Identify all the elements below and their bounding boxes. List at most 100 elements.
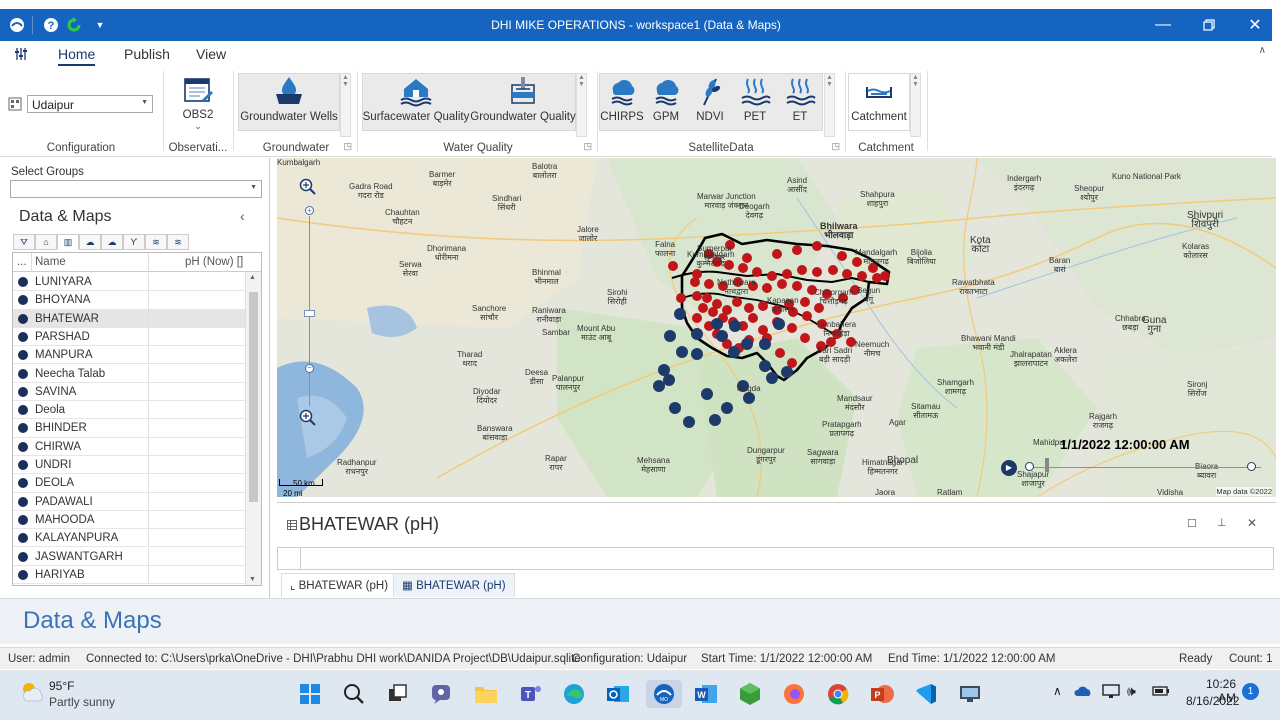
table-row[interactable]: PADAWALI <box>13 492 245 511</box>
word-icon[interactable]: W <box>692 680 720 708</box>
time-slider-end[interactable] <box>1247 462 1256 471</box>
station-marker-red[interactable] <box>812 241 822 251</box>
station-marker-blue[interactable] <box>759 360 771 372</box>
station-marker-red[interactable] <box>792 245 802 255</box>
station-marker-red[interactable] <box>732 297 742 307</box>
et-button[interactable]: ET <box>777 75 823 123</box>
station-marker-red[interactable] <box>738 263 748 273</box>
station-marker-blue[interactable] <box>669 402 681 414</box>
tab-et-icon[interactable]: ≋ <box>167 234 189 250</box>
tab-home[interactable]: Home <box>58 46 96 66</box>
station-marker-red[interactable] <box>702 293 712 303</box>
tab-ndvi-icon[interactable]: ϒ <box>123 234 145 250</box>
file-explorer-icon[interactable] <box>472 680 500 708</box>
station-marker-blue[interactable] <box>766 372 778 384</box>
configuration-dropdown[interactable]: Udaipur ▼ <box>27 95 153 113</box>
table-row[interactable]: BHATEWAR <box>13 309 245 328</box>
station-marker-red[interactable] <box>676 293 686 303</box>
collapse-panel-icon[interactable]: ‹ <box>240 208 245 224</box>
show-hidden-icons-icon[interactable]: ∧ <box>1053 684 1062 698</box>
column-header-name[interactable]: Name <box>35 256 66 268</box>
station-marker-blue[interactable] <box>683 416 695 428</box>
station-marker-red[interactable] <box>812 267 822 277</box>
station-marker-red[interactable] <box>748 313 758 323</box>
station-marker-blue[interactable] <box>691 328 703 340</box>
station-marker-red[interactable] <box>668 261 678 271</box>
station-marker-red[interactable] <box>828 265 838 275</box>
close-panel-icon[interactable]: ✕ <box>1247 516 1257 530</box>
time-slider-track[interactable] <box>1029 467 1261 468</box>
maximize-button[interactable] <box>1186 9 1232 41</box>
station-marker-red[interactable] <box>742 253 752 263</box>
volume-icon[interactable]: 🕪 <box>1127 683 1136 700</box>
scroll-thumb[interactable] <box>249 292 258 502</box>
gallery-scroll[interactable]: ▲ ▼ <box>576 73 587 137</box>
tab-surfacewater-icon[interactable]: ⌂ <box>35 234 57 250</box>
station-marker-blue[interactable] <box>691 348 703 360</box>
station-marker-blue[interactable] <box>728 346 740 358</box>
station-marker-red[interactable] <box>762 283 772 293</box>
chat-icon[interactable] <box>428 680 456 708</box>
map-view[interactable]: Balotra बालोतरा Gadra Road गदरा रोड Barmer बा… <box>277 158 1276 497</box>
table-row[interactable]: DEOLA <box>13 474 245 493</box>
powerpoint-icon[interactable]: P <box>868 680 896 708</box>
station-marker-blue[interactable] <box>701 388 713 400</box>
gallery-scroll[interactable]: ▲ ▼ <box>340 73 351 137</box>
gpm-button[interactable]: GPM <box>645 75 687 123</box>
station-marker-blue[interactable] <box>729 320 741 332</box>
battery-icon[interactable] <box>1152 684 1170 701</box>
station-marker-blue[interactable] <box>743 392 755 404</box>
zoom-tool-icon[interactable] <box>299 409 317 427</box>
chirps-button[interactable]: CHIRPS <box>599 75 645 123</box>
station-marker-red[interactable] <box>857 271 867 281</box>
maximize-panel-icon[interactable]: ☐ <box>1187 517 1197 530</box>
station-marker-blue[interactable] <box>759 338 771 350</box>
table-row[interactable]: KALAYANPURA <box>13 529 245 548</box>
tab-table-view[interactable]: ▦ BHATEWAR (pH) <box>393 573 515 597</box>
station-marker-red[interactable] <box>782 269 792 279</box>
table-row[interactable]: JASWANTGARH <box>13 547 245 566</box>
groundwater-quality-button[interactable]: Groundwater Quality <box>470 75 576 123</box>
zoom-slider-thumb[interactable] <box>304 310 315 317</box>
task-view-icon[interactable] <box>384 680 412 708</box>
column-header-select[interactable]: ... <box>17 256 27 268</box>
station-marker-red[interactable] <box>772 249 782 259</box>
station-marker-red[interactable] <box>872 273 882 283</box>
station-marker-red[interactable] <box>767 271 777 281</box>
surfacewater-quality-button[interactable]: Surfacewater Quality <box>362 75 470 123</box>
table-row[interactable]: SAVINA <box>13 382 245 402</box>
gallery-scroll[interactable]: ▲ ▼ <box>910 73 921 137</box>
station-marker-red[interactable] <box>842 269 852 279</box>
firefox-icon[interactable] <box>780 680 808 708</box>
table-row[interactable]: Deola <box>13 401 245 420</box>
table-row[interactable]: MANPURA <box>13 346 245 365</box>
app-green-hexagon-icon[interactable] <box>736 680 764 708</box>
clock-date[interactable]: 8/16/2022 <box>1186 694 1239 708</box>
tab-groundwater-wells-icon[interactable]: ⛛ <box>13 234 35 250</box>
zoom-out-icon[interactable]: − <box>305 364 314 373</box>
play-icon[interactable]: ▶ <box>1001 460 1017 476</box>
groundwater-wells-button[interactable]: Groundwater Wells <box>238 75 340 123</box>
grid-scrollbar[interactable]: ▲ ▼ <box>245 272 261 585</box>
outlook-icon[interactable] <box>604 680 632 708</box>
station-marker-red[interactable] <box>690 277 700 287</box>
tab-pet-icon[interactable]: ≋ <box>145 234 167 250</box>
windows-start-icon[interactable] <box>296 680 324 708</box>
station-marker-blue[interactable] <box>676 346 688 358</box>
remote-desktop-icon[interactable] <box>956 680 984 708</box>
station-marker-red[interactable] <box>800 297 810 307</box>
collapse-ribbon-icon[interactable]: ∧ <box>1259 45 1266 56</box>
search-icon[interactable] <box>340 680 368 708</box>
station-marker-blue[interactable] <box>653 380 665 392</box>
pin-panel-icon[interactable]: ⊥ <box>1217 516 1227 529</box>
display-icon[interactable] <box>1102 684 1120 703</box>
edge-icon[interactable] <box>560 680 588 708</box>
station-marker-blue[interactable] <box>711 318 723 330</box>
station-marker-blue[interactable] <box>674 308 686 320</box>
time-slider-thumb[interactable] <box>1025 462 1034 471</box>
tab-chart-view[interactable]: ⌞ BHATEWAR (pH) <box>281 573 398 597</box>
station-marker-blue[interactable] <box>709 414 721 426</box>
station-marker-red[interactable] <box>704 279 714 289</box>
table-row[interactable]: Neecha Talab <box>13 364 245 383</box>
station-marker-blue[interactable] <box>781 366 793 378</box>
